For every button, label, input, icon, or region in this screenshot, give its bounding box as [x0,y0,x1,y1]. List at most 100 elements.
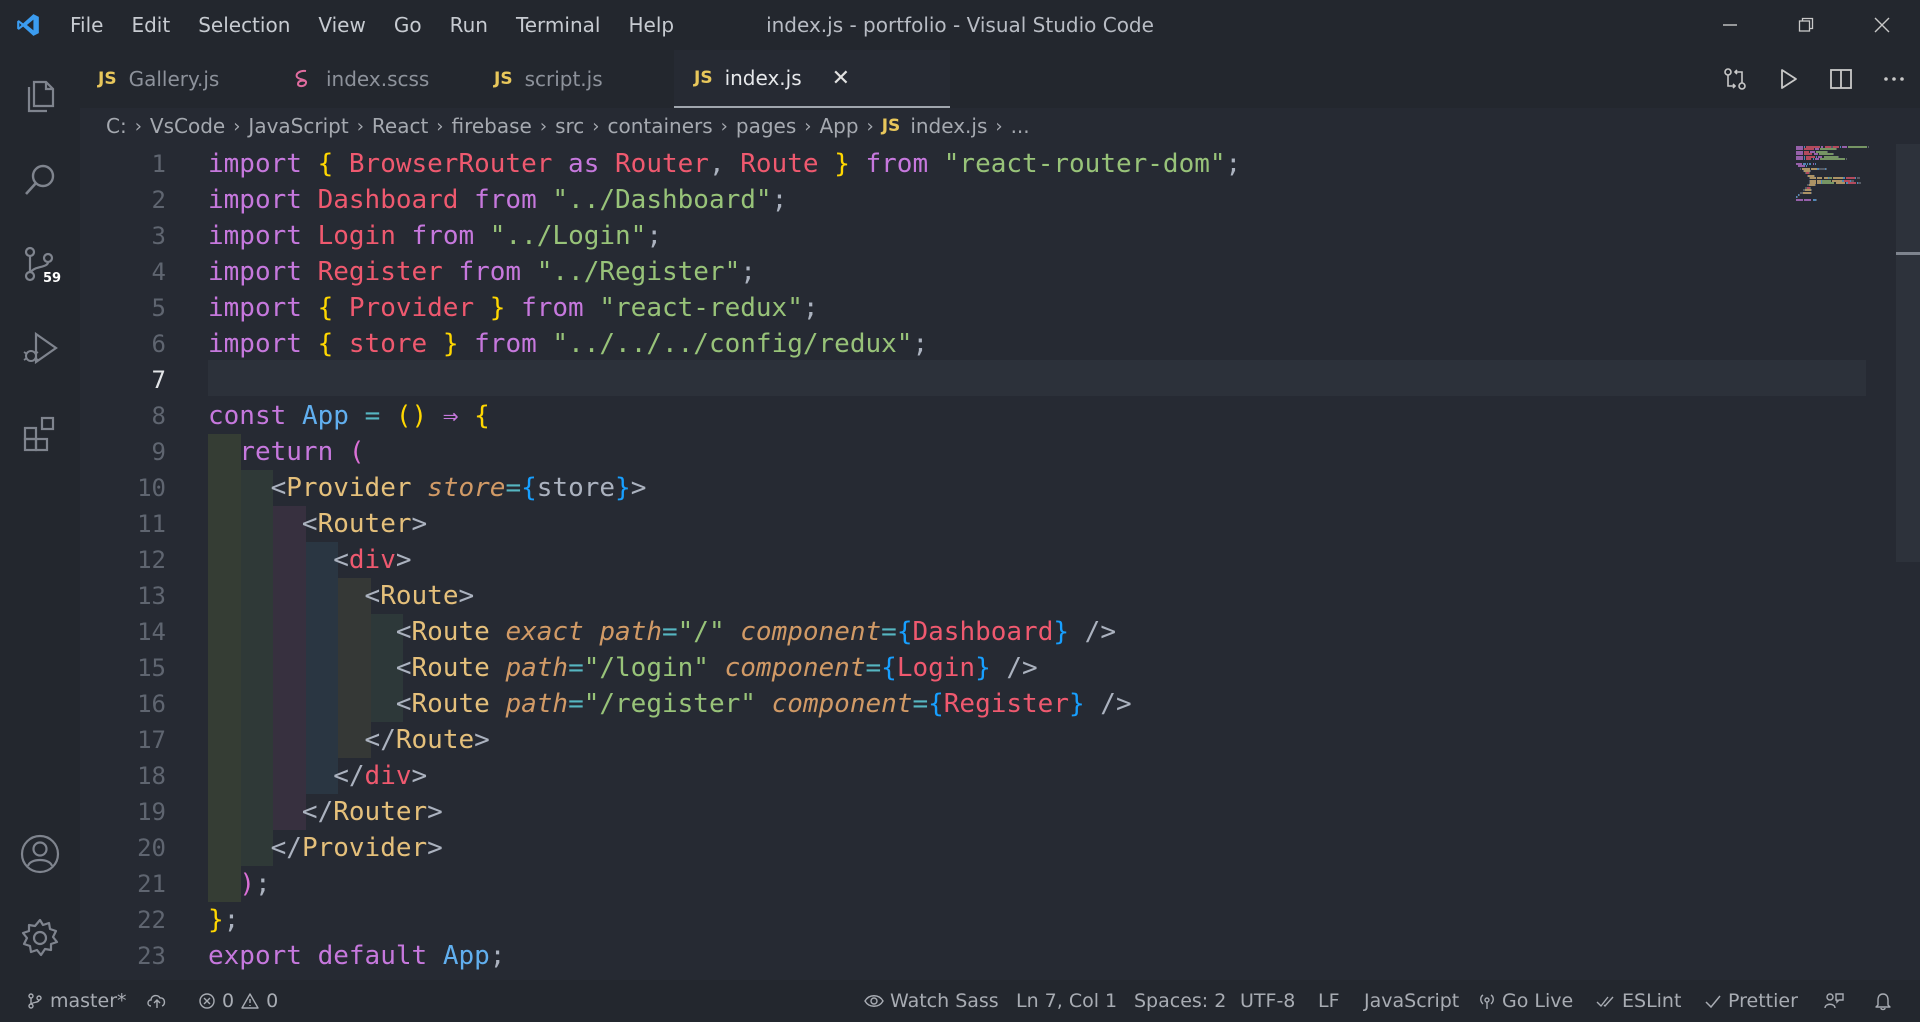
indentation[interactable]: Spaces: 2 [1134,980,1226,1022]
breadcrumb-item[interactable]: React [372,114,428,138]
vertical-scrollbar[interactable] [1896,144,1920,562]
manage-button[interactable] [0,896,80,980]
tab-index-js[interactable]: JS index.js ✕ [674,50,950,108]
code-line[interactable]: 17 </Route> [80,722,1880,758]
breadcrumb-item[interactable]: VsCode [150,114,225,138]
minimize-button[interactable] [1692,0,1768,50]
explorer-button[interactable] [0,54,80,138]
code-line[interactable]: 8 const App = () ⇒ { [80,398,1880,434]
menu-view[interactable]: View [304,0,379,50]
menu-file[interactable]: File [56,0,117,50]
tab-index-scss[interactable]: index.scss [292,50,462,108]
breadcrumb-item[interactable]: JavaScript [248,114,348,138]
accounts-button[interactable] [0,812,80,896]
go-live-button[interactable]: Go Live [1478,980,1573,1022]
sync-button[interactable] [146,980,174,1022]
encoding[interactable]: UTF-8 [1240,980,1295,1022]
code-line[interactable]: 20 </Provider> [80,830,1880,866]
tab-gallery-js[interactable]: JS Gallery.js [98,50,248,108]
close-window-button[interactable] [1844,0,1920,50]
notifications-button[interactable] [1873,980,1899,1022]
minimap-mark [1825,167,1827,170]
code-line[interactable]: 23 export default App; [80,938,1880,974]
menu-run[interactable]: Run [436,0,502,50]
prettier-status[interactable]: Prettier [1704,980,1798,1022]
eslint-status[interactable]: ESLint [1596,980,1681,1022]
code-line[interactable]: 2 import Dashboard from "../Dashboard"; [80,182,1880,218]
menu-terminal[interactable]: Terminal [502,0,615,50]
code-line[interactable]: 18 </div> [80,758,1880,794]
breadcrumb-item[interactable]: src [555,114,584,138]
code-text: ); [208,866,270,902]
menu-selection[interactable]: Selection [184,0,304,50]
breadcrumb-item[interactable]: pages [736,114,796,138]
breadcrumb-file[interactable]: index.js [910,114,987,138]
extensions-button[interactable] [0,390,80,474]
code-line[interactable]: 1 import { BrowserRouter as Router, Route… [80,146,1880,182]
code-line[interactable]: 21 ); [80,866,1880,902]
code-line[interactable]: 10 <Provider store={store}> [80,470,1880,506]
feedback-button[interactable] [1823,980,1851,1022]
menu-edit[interactable]: Edit [117,0,184,50]
git-branch[interactable]: master* [26,980,127,1022]
search-button[interactable] [0,138,80,222]
tab-script-js[interactable]: JS script.js [494,50,644,108]
javascript-file-icon: JS [98,69,117,89]
run-code-button[interactable] [1761,50,1814,108]
tab-bar: JS Gallery.js index.scss JS script.js JS… [80,50,1920,108]
code-line[interactable]: 4 import Register from "../Register"; [80,254,1880,290]
code-line[interactable]: 11 <Router> [80,506,1880,542]
split-editor-button[interactable] [1814,50,1867,108]
breadcrumb-item[interactable]: C: [106,114,127,138]
end-of-line[interactable]: LF [1318,980,1340,1022]
source-control-button[interactable]: 59 [0,222,80,306]
code-line[interactable]: 15 <Route path="/login" component={Login… [80,650,1880,686]
tab-close-icon[interactable]: ✕ [832,66,850,91]
code-line[interactable]: 19 </Router> [80,794,1880,830]
more-actions-button[interactable] [1867,50,1920,108]
watch-sass-label: Watch Sass [890,990,999,1012]
minimap-mark [1847,146,1868,148]
code-token: store [348,329,428,359]
code-line[interactable]: 13 <Route> [80,578,1880,614]
breadcrumb-symbols[interactable]: ... [1011,114,1030,138]
code-token: App [301,401,349,431]
code-token: ; [1225,149,1242,179]
restore-button[interactable] [1768,0,1844,50]
ellipsis-icon [1883,77,1904,81]
line-number: 18 [137,762,166,790]
code-token: return [239,437,334,467]
language-mode[interactable]: JavaScript [1364,980,1459,1022]
code-line[interactable]: 14 <Route exact path="/" component={Dash… [80,614,1880,650]
cursor-position[interactable]: Ln 7, Col 1 [1016,980,1117,1022]
line-number: 14 [137,618,166,646]
code-line[interactable]: 5 import { Provider } from "react-redux"; [80,290,1880,326]
code-editor[interactable]: 1 import { BrowserRouter as Router, Route… [80,144,1920,980]
code-line[interactable]: 22}; [80,902,1880,938]
open-changes-button[interactable] [1708,50,1761,108]
code-line[interactable]: 7 [80,362,1880,398]
code-text: <Provider store={store}> [208,470,647,506]
problems-indicator[interactable]: 0 0 [198,980,278,1022]
code-line[interactable]: 9 return ( [80,434,1880,470]
watch-sass-button[interactable]: Watch Sass [864,980,999,1022]
code-token: "../Register" [536,257,741,287]
code-line[interactable]: 12 <div> [80,542,1880,578]
scrollbar-thumb[interactable] [1896,252,1920,255]
minimap-mark [1799,194,1801,196]
breadcrumb-item[interactable]: containers [607,114,712,138]
code-line[interactable]: 16 <Route path="/register" component={Re… [80,686,1880,722]
code-line[interactable]: 6 import { store } from "../../../config/… [80,326,1880,362]
code-line[interactable]: 3 import Login from "../Login"; [80,218,1880,254]
breadcrumb-item[interactable]: firebase [452,114,532,138]
code-token: from [474,329,537,359]
menu-help[interactable]: Help [614,0,688,50]
error-icon [199,993,215,1009]
minimap[interactable] [1794,144,1894,204]
breadcrumb-item[interactable]: App [819,114,858,138]
run-debug-button[interactable] [0,306,80,390]
code-token: } [208,905,224,935]
menu-go[interactable]: Go [380,0,436,50]
